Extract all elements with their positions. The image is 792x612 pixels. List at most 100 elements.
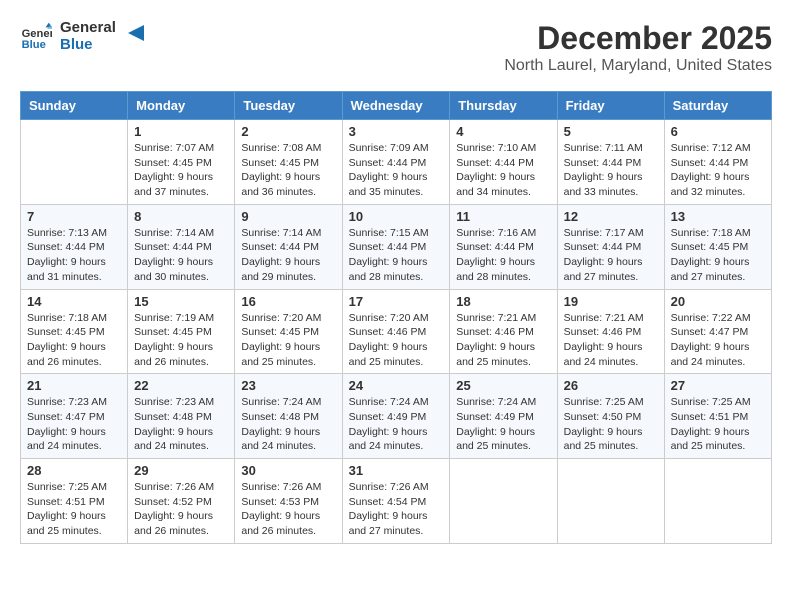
svg-text:General: General <box>22 28 52 40</box>
title-area: December 2025 North Laurel, Maryland, Un… <box>504 20 772 75</box>
day-number: 28 <box>27 463 121 478</box>
calendar-cell: 26Sunrise: 7:25 AMSunset: 4:50 PMDayligh… <box>557 374 664 459</box>
day-number: 25 <box>456 378 550 393</box>
calendar-cell: 15Sunrise: 7:19 AMSunset: 4:45 PMDayligh… <box>128 289 235 374</box>
day-number: 30 <box>241 463 335 478</box>
day-number: 22 <box>134 378 228 393</box>
day-number: 13 <box>671 209 765 224</box>
day-number: 12 <box>564 209 658 224</box>
day-info: Sunrise: 7:13 AMSunset: 4:44 PMDaylight:… <box>27 226 121 285</box>
day-info: Sunrise: 7:24 AMSunset: 4:49 PMDaylight:… <box>456 395 550 454</box>
day-info: Sunrise: 7:23 AMSunset: 4:48 PMDaylight:… <box>134 395 228 454</box>
day-number: 2 <box>241 124 335 139</box>
day-info: Sunrise: 7:20 AMSunset: 4:45 PMDaylight:… <box>241 311 335 370</box>
calendar-cell: 20 Sunrise: 7:22 AMSunset: 4:47 PMDayligh… <box>664 289 771 374</box>
day-info: Sunrise: 7:20 AMSunset: 4:46 PMDaylight:… <box>349 311 444 370</box>
header-sunday: Sunday <box>21 92 128 120</box>
calendar-week-1: 1 Sunrise: 7:07 AMSunset: 4:45 PMDaylight… <box>21 120 772 205</box>
day-number: 10 <box>349 209 444 224</box>
day-number: 1 <box>134 124 228 139</box>
logo-chevron-icon <box>122 19 150 47</box>
day-number: 29 <box>134 463 228 478</box>
day-info: Sunrise: 7:07 AMSunset: 4:45 PMDaylight:… <box>134 141 228 200</box>
day-info: Sunrise: 7:08 AMSunset: 4:45 PMDaylight:… <box>241 141 335 200</box>
month-title: December 2025 <box>504 20 772 57</box>
calendar-cell: 19Sunrise: 7:21 AMSunset: 4:46 PMDayligh… <box>557 289 664 374</box>
day-number: 21 <box>27 378 121 393</box>
day-number: 8 <box>134 209 228 224</box>
day-info: Sunrise: 7:24 AMSunset: 4:48 PMDaylight:… <box>241 395 335 454</box>
day-number: 27 <box>671 378 765 393</box>
calendar-cell: 16 Sunrise: 7:20 AMSunset: 4:45 PMDayligh… <box>235 289 342 374</box>
day-info: Sunrise: 7:18 AMSunset: 4:45 PMDaylight:… <box>671 226 765 285</box>
day-number: 31 <box>349 463 444 478</box>
day-number: 14 <box>27 294 121 309</box>
day-info: Sunrise: 7:22 AMSunset: 4:47 PMDaylight:… <box>671 311 765 370</box>
calendar-cell: 30 Sunrise: 7:26 AMSunset: 4:53 PMDayligh… <box>235 459 342 544</box>
day-info: Sunrise: 7:25 AMSunset: 4:51 PMDaylight:… <box>27 480 121 539</box>
day-number: 16 <box>241 294 335 309</box>
calendar-cell <box>557 459 664 544</box>
calendar-cell: 21Sunrise: 7:23 AMSunset: 4:47 PMDayligh… <box>21 374 128 459</box>
calendar-cell: 12 Sunrise: 7:17 AMSunset: 4:44 PMDayligh… <box>557 204 664 289</box>
day-info: Sunrise: 7:21 AMSunset: 4:46 PMDaylight:… <box>564 311 658 370</box>
day-info: Sunrise: 7:26 AMSunset: 4:52 PMDaylight:… <box>134 480 228 539</box>
day-number: 26 <box>564 378 658 393</box>
day-number: 4 <box>456 124 550 139</box>
calendar-cell: 9 Sunrise: 7:14 AMSunset: 4:44 PMDaylight… <box>235 204 342 289</box>
day-number: 24 <box>349 378 444 393</box>
page-header: General Blue General Blue December 2025 … <box>20 20 772 75</box>
day-number: 6 <box>671 124 765 139</box>
day-info: Sunrise: 7:15 AMSunset: 4:44 PMDaylight:… <box>349 226 444 285</box>
calendar-week-3: 14Sunrise: 7:18 AMSunset: 4:45 PMDayligh… <box>21 289 772 374</box>
calendar-cell <box>450 459 557 544</box>
day-number: 9 <box>241 209 335 224</box>
day-info: Sunrise: 7:19 AMSunset: 4:45 PMDaylight:… <box>134 311 228 370</box>
day-number: 18 <box>456 294 550 309</box>
calendar-cell: 28 Sunrise: 7:25 AMSunset: 4:51 PMDayligh… <box>21 459 128 544</box>
calendar-cell: 13 Sunrise: 7:18 AMSunset: 4:45 PMDayligh… <box>664 204 771 289</box>
header-monday: Monday <box>128 92 235 120</box>
calendar-cell: 24 Sunrise: 7:24 AMSunset: 4:49 PMDayligh… <box>342 374 450 459</box>
calendar-cell: 17Sunrise: 7:20 AMSunset: 4:46 PMDayligh… <box>342 289 450 374</box>
header-friday: Friday <box>557 92 664 120</box>
calendar-cell <box>664 459 771 544</box>
calendar-week-2: 7 Sunrise: 7:13 AMSunset: 4:44 PMDaylight… <box>21 204 772 289</box>
calendar-cell: 18 Sunrise: 7:21 AMSunset: 4:46 PMDayligh… <box>450 289 557 374</box>
day-info: Sunrise: 7:16 AMSunset: 4:44 PMDaylight:… <box>456 226 550 285</box>
day-info: Sunrise: 7:21 AMSunset: 4:46 PMDaylight:… <box>456 311 550 370</box>
day-info: Sunrise: 7:14 AMSunset: 4:44 PMDaylight:… <box>134 226 228 285</box>
logo-general: General <box>60 20 116 37</box>
calendar-cell: 29 Sunrise: 7:26 AMSunset: 4:52 PMDayligh… <box>128 459 235 544</box>
calendar-cell: 6Sunrise: 7:12 AMSunset: 4:44 PMDaylight… <box>664 120 771 205</box>
header-wednesday: Wednesday <box>342 92 450 120</box>
calendar-cell: 5 Sunrise: 7:11 AMSunset: 4:44 PMDaylight… <box>557 120 664 205</box>
day-info: Sunrise: 7:14 AMSunset: 4:44 PMDaylight:… <box>241 226 335 285</box>
calendar-cell: 11Sunrise: 7:16 AMSunset: 4:44 PMDayligh… <box>450 204 557 289</box>
logo-icon: General Blue <box>20 21 52 53</box>
header-saturday: Saturday <box>664 92 771 120</box>
day-info: Sunrise: 7:26 AMSunset: 4:53 PMDaylight:… <box>241 480 335 539</box>
calendar-cell <box>21 120 128 205</box>
calendar-cell: 2 Sunrise: 7:08 AMSunset: 4:45 PMDaylight… <box>235 120 342 205</box>
calendar-cell: 8 Sunrise: 7:14 AMSunset: 4:44 PMDaylight… <box>128 204 235 289</box>
day-info: Sunrise: 7:10 AMSunset: 4:44 PMDaylight:… <box>456 141 550 200</box>
calendar-cell: 23Sunrise: 7:24 AMSunset: 4:48 PMDayligh… <box>235 374 342 459</box>
header-thursday: Thursday <box>450 92 557 120</box>
day-number: 7 <box>27 209 121 224</box>
day-info: Sunrise: 7:25 AMSunset: 4:51 PMDaylight:… <box>671 395 765 454</box>
svg-text:Blue: Blue <box>22 39 46 51</box>
day-info: Sunrise: 7:11 AMSunset: 4:44 PMDaylight:… <box>564 141 658 200</box>
day-info: Sunrise: 7:24 AMSunset: 4:49 PMDaylight:… <box>349 395 444 454</box>
location: North Laurel, Maryland, United States <box>504 57 772 75</box>
day-number: 3 <box>349 124 444 139</box>
calendar-cell: 27 Sunrise: 7:25 AMSunset: 4:51 PMDayligh… <box>664 374 771 459</box>
logo-blue: Blue <box>60 37 116 54</box>
day-info: Sunrise: 7:17 AMSunset: 4:44 PMDaylight:… <box>564 226 658 285</box>
day-number: 20 <box>671 294 765 309</box>
day-number: 5 <box>564 124 658 139</box>
calendar-cell: 1 Sunrise: 7:07 AMSunset: 4:45 PMDaylight… <box>128 120 235 205</box>
header-tuesday: Tuesday <box>235 92 342 120</box>
calendar-table: SundayMondayTuesdayWednesdayThursdayFrid… <box>20 91 772 544</box>
calendar-cell: 7 Sunrise: 7:13 AMSunset: 4:44 PMDaylight… <box>21 204 128 289</box>
